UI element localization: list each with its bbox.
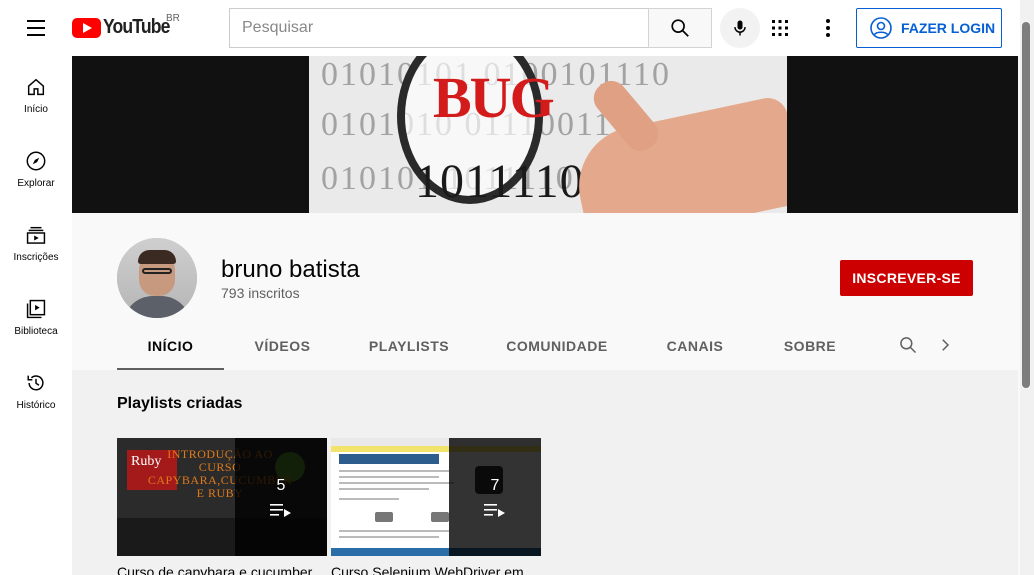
playlist-overlay: 5 (235, 438, 327, 556)
subscriptions-icon (26, 226, 46, 244)
more-vert-icon (826, 19, 830, 37)
tab-home[interactable]: INÍCIO (117, 323, 224, 370)
logo-text: YouTube (103, 16, 170, 38)
sidebar-item-label: Histórico (16, 400, 56, 411)
search-icon (671, 19, 689, 37)
youtube-logo[interactable]: YouTube (72, 16, 179, 39)
sidebar-item-label: Biblioteca (14, 326, 58, 337)
channel-header: bruno batista 793 inscritos INSCREVER-SE… (72, 213, 1018, 370)
sidebar-item-label: Início (24, 104, 48, 115)
playlist-title[interactable]: Curso Selenium WebDriver em (331, 564, 543, 575)
playlist-card[interactable]: Ruby INTRODUÇÃO AO CURSO CAPYBARA,CUCUMB… (117, 438, 327, 556)
section-title: Playlists criadas (117, 395, 243, 412)
sidebar-item-home[interactable]: Início (0, 56, 72, 130)
settings-more-button[interactable] (812, 12, 844, 44)
channel-name: bruno batista (221, 256, 360, 283)
sidebar: Início Explorar Inscrições Biblioteca Hi… (0, 56, 72, 575)
subscriber-count: 793 inscritos (221, 285, 300, 301)
sidebar-item-subscriptions[interactable]: Inscrições (0, 204, 72, 278)
playlist-overlay: 7 (449, 438, 541, 556)
playlist-video-count: 7 (490, 477, 500, 494)
compass-icon (26, 151, 46, 171)
tab-about[interactable]: SOBRE (765, 323, 855, 369)
sidebar-item-label: Explorar (17, 178, 55, 189)
search-input[interactable] (242, 19, 649, 37)
search-button[interactable] (648, 8, 712, 48)
banner-image: 01010101 0100101110 0101010 011100111 01… (309, 56, 787, 213)
apps-grid-icon (772, 20, 788, 36)
login-button[interactable]: FAZER LOGIN (856, 8, 1002, 48)
page-scrollbar[interactable] (1020, 0, 1034, 575)
history-icon (27, 375, 44, 391)
voice-search-button[interactable] (720, 8, 760, 48)
tab-videos[interactable]: VÍDEOS (229, 323, 336, 369)
banner-bug-text: BUG (433, 65, 555, 130)
account-icon (870, 17, 892, 39)
banner-binary-dark: 1011110 (415, 155, 585, 208)
apps-button[interactable] (764, 12, 796, 44)
scrollbar-thumb[interactable] (1022, 22, 1030, 388)
channel-avatar[interactable] (117, 238, 197, 318)
playlist-play-icon (270, 504, 291, 517)
tab-channels[interactable]: CANAIS (647, 323, 743, 369)
playlist-title[interactable]: Curso de capybara e cucumber (117, 564, 329, 575)
channel-banner: 01010101 0100101110 0101010 011100111 01… (72, 56, 1018, 213)
search-icon (900, 337, 917, 354)
chevron-right-icon (942, 339, 950, 351)
sidebar-item-label: Inscrições (13, 252, 59, 263)
channel-content: Playlists criadas Ruby INTRODUÇÃO AO CUR… (72, 370, 1018, 575)
home-icon (27, 78, 45, 96)
library-icon (26, 299, 46, 319)
sidebar-item-explore[interactable]: Explorar (0, 130, 72, 204)
tab-playlists[interactable]: PLAYLISTS (355, 323, 463, 369)
playlist-card[interactable]: 7 (331, 438, 541, 556)
subscribe-button[interactable]: INSCREVER-SE (840, 260, 973, 296)
search-box (229, 8, 649, 48)
sidebar-item-library[interactable]: Biblioteca (0, 278, 72, 352)
login-label: FAZER LOGIN (901, 20, 996, 36)
tab-community[interactable]: COMUNIDADE (497, 323, 617, 369)
tabs-next-button[interactable] (936, 336, 954, 359)
country-code: BR (166, 13, 180, 24)
hamburger-menu-icon[interactable] (20, 12, 52, 44)
top-bar: YouTube BR FAZER LOGIN (0, 0, 1020, 56)
microphone-icon (734, 20, 746, 36)
playlist-play-icon (484, 504, 505, 517)
youtube-play-icon (72, 17, 101, 38)
playlist-video-count: 5 (276, 477, 286, 494)
channel-search-button[interactable] (898, 335, 918, 360)
sidebar-item-history[interactable]: Histórico (0, 352, 72, 426)
